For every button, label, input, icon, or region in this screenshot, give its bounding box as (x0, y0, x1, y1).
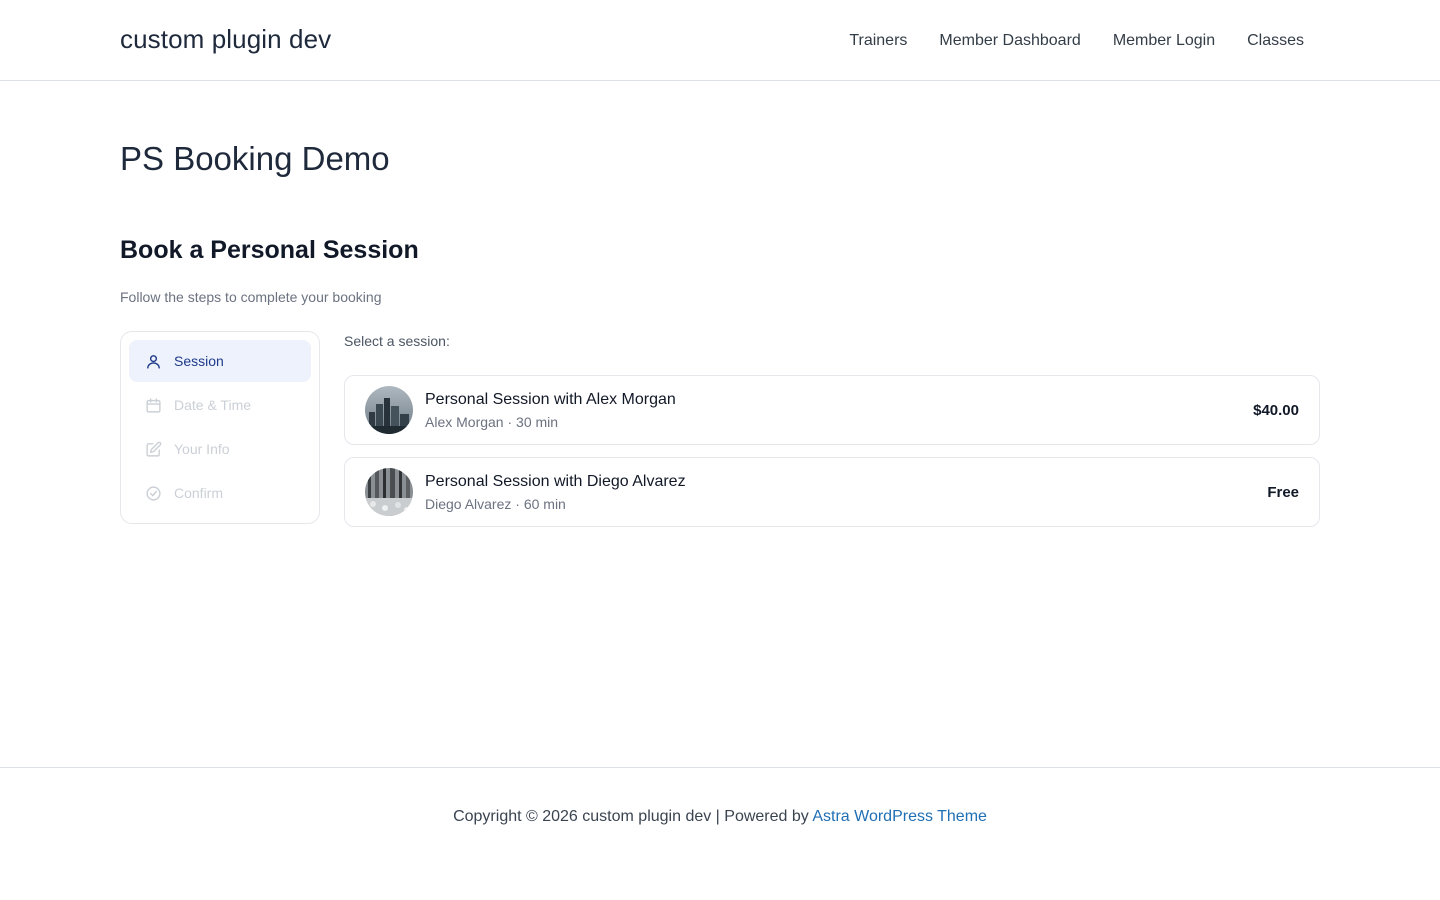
user-icon (145, 353, 162, 370)
footer-divider (0, 767, 1440, 768)
step-date-time[interactable]: Date & Time (129, 384, 311, 426)
site-header: custom plugin dev Trainers Member Dashbo… (0, 0, 1440, 81)
session-price: $40.00 (1253, 402, 1299, 419)
session-card-diego-alvarez[interactable]: Personal Session with Diego Alvarez Dieg… (344, 457, 1320, 527)
page-title: PS Booking Demo (120, 140, 390, 177)
step-session[interactable]: Session (129, 340, 311, 382)
nav-item-trainers[interactable]: Trainers (833, 30, 923, 52)
site-footer: Copyright © 2026 custom plugin dev | Pow… (0, 808, 1440, 826)
session-meta: Alex Morgan · 30 min (425, 414, 559, 430)
select-session-label: Select a session: (344, 333, 450, 349)
session-price: Free (1267, 484, 1299, 501)
booking-steps: Session Date & Time Your Info Confirm (120, 331, 320, 524)
calendar-icon (145, 397, 162, 414)
edit-icon (145, 441, 162, 458)
step-label: Session (174, 353, 224, 369)
copyright-text: Copyright © 2026 custom plugin dev | Pow… (453, 808, 813, 825)
nav-item-classes[interactable]: Classes (1231, 30, 1320, 52)
nav-item-member-dashboard[interactable]: Member Dashboard (923, 30, 1096, 52)
session-title: Personal Session with Diego Alvarez (425, 473, 686, 490)
nav-item-member-login[interactable]: Member Login (1097, 30, 1231, 52)
session-title: Personal Session with Alex Morgan (425, 391, 676, 408)
trainer-avatar (365, 386, 413, 434)
step-label: Your Info (174, 441, 230, 457)
check-circle-icon (145, 485, 162, 502)
step-label: Confirm (174, 485, 224, 501)
main-nav: Trainers Member Dashboard Member Login C… (833, 30, 1320, 52)
step-label: Date & Time (174, 397, 252, 413)
theme-link[interactable]: Astra WordPress Theme (812, 808, 987, 825)
session-card-alex-morgan[interactable]: Personal Session with Alex Morgan Alex M… (344, 375, 1320, 445)
session-meta: Diego Alvarez · 60 min (425, 496, 566, 512)
booking-heading: Book a Personal Session (120, 236, 419, 264)
step-your-info[interactable]: Your Info (129, 428, 311, 470)
trainer-avatar (365, 468, 413, 516)
step-confirm[interactable]: Confirm (129, 472, 311, 514)
site-title[interactable]: custom plugin dev (120, 24, 331, 55)
booking-subtitle: Follow the steps to complete your bookin… (120, 289, 382, 305)
